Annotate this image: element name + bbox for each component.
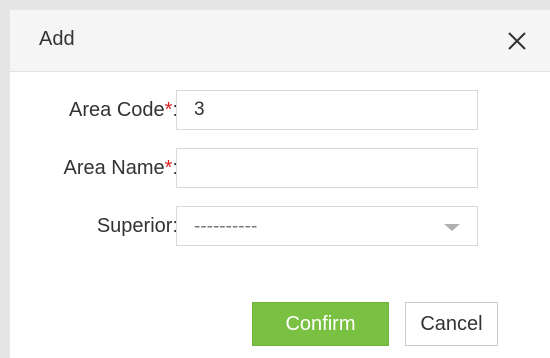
area-name-row: Area Name*: <box>10 148 550 188</box>
close-button[interactable] <box>506 30 528 52</box>
dialog-header: Add <box>10 10 550 72</box>
superior-selected-value: ---------- <box>194 216 258 237</box>
area-code-label: Area Code*: <box>69 99 178 121</box>
chevron-down-icon <box>444 224 460 231</box>
cancel-button[interactable]: Cancel <box>405 302 498 346</box>
superior-row: Superior: ---------- <box>10 206 550 246</box>
area-code-input[interactable] <box>176 90 478 130</box>
confirm-button[interactable]: Confirm <box>252 302 389 346</box>
dialog-title: Add <box>39 28 75 50</box>
area-code-row: Area Code*: <box>10 90 550 130</box>
area-name-label: Area Name*: <box>63 157 178 179</box>
area-name-input[interactable] <box>176 148 478 188</box>
superior-select[interactable]: ---------- <box>176 206 478 246</box>
close-icon <box>508 32 526 50</box>
add-area-dialog: Add Area Code*: Area Name*: Superior: --… <box>10 10 550 358</box>
superior-label: Superior: <box>96 215 178 237</box>
